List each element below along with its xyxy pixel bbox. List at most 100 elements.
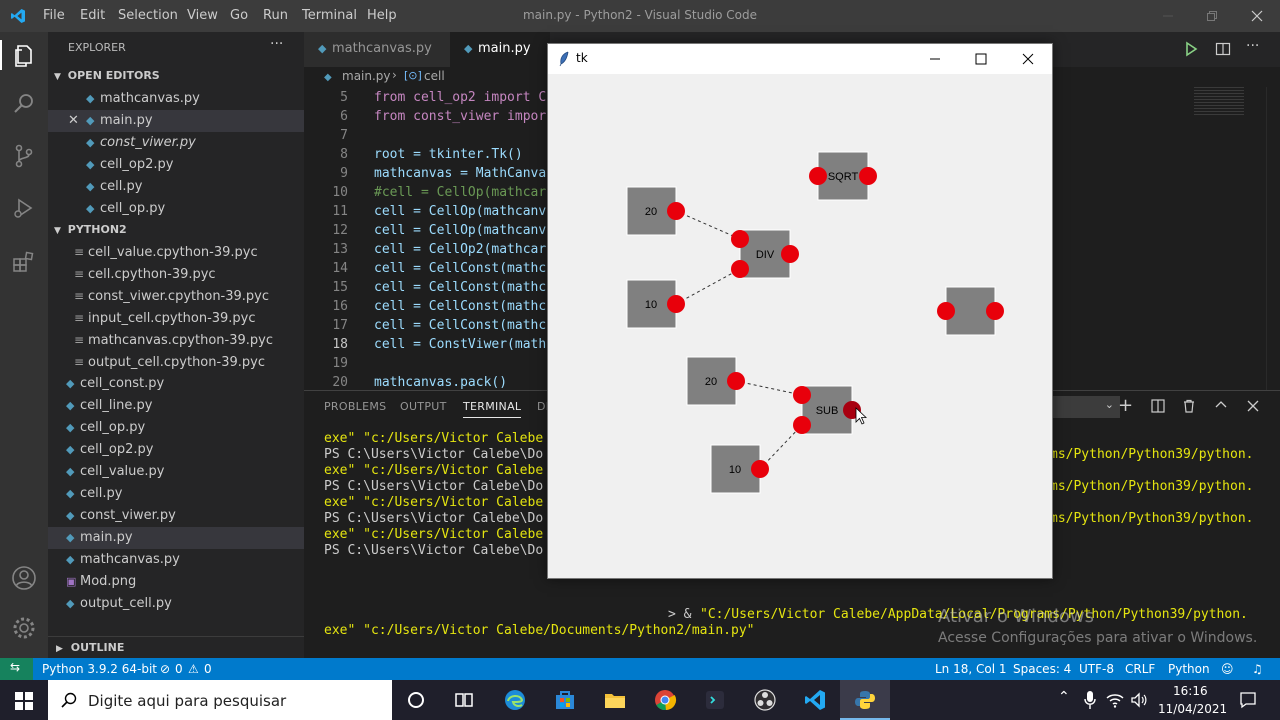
math-canvas[interactable]: SQRT 20 DIV 10 20 SUB 10 [548, 74, 1052, 578]
open-editor-item[interactable]: ◆ cell_op.py [48, 198, 304, 220]
breadcrumb-symbol[interactable]: cell [424, 69, 445, 83]
restore-button[interactable] [1199, 6, 1225, 26]
output-port[interactable] [986, 302, 1004, 320]
store-icon[interactable] [553, 688, 577, 712]
explorer-icon[interactable] [10, 41, 38, 69]
account-icon[interactable] [10, 564, 38, 592]
file-item[interactable]: ◆ cell_op2.py [48, 439, 304, 461]
open-editor-item[interactable]: ◆ const_viwer.py [48, 132, 304, 154]
menu-help[interactable]: Help [367, 8, 397, 23]
file-item[interactable]: ◆ cell_const.py [48, 373, 304, 395]
file-item[interactable]: ◆ cell.py [48, 483, 304, 505]
settings-gear-icon[interactable] [10, 614, 38, 642]
breadcrumb-file[interactable]: main.py [342, 69, 391, 83]
file-item[interactable]: ≡ cell_value.cpython-39.pyc [48, 241, 304, 263]
div-op-cell[interactable]: DIV [731, 229, 799, 279]
file-item[interactable]: ◆ cell_op.py [48, 417, 304, 439]
file-item[interactable]: ◆ cell_line.py [48, 395, 304, 417]
const-cell[interactable]: 10 [626, 279, 685, 329]
close-icon[interactable] [1022, 53, 1034, 65]
minimize-icon[interactable] [929, 53, 941, 65]
tk-title-bar[interactable]: tk [548, 44, 1052, 74]
python-interpreter[interactable]: Python 3.9.2 64-bit [42, 662, 157, 676]
task-view-icon[interactable] [452, 688, 476, 712]
input-port[interactable] [793, 416, 811, 434]
search-icon[interactable] [10, 90, 38, 118]
tab-output[interactable]: OUTPUT [400, 400, 447, 413]
input-port[interactable] [809, 167, 827, 185]
open-editors-header[interactable]: ▼ OPEN EDITORS [48, 65, 304, 87]
tab-main[interactable]: ◆ main.py [450, 32, 550, 67]
input-port[interactable] [731, 260, 749, 278]
folder-header[interactable]: ▼ PYTHON2 [48, 219, 304, 241]
split-terminal-icon[interactable] [1151, 399, 1165, 413]
output-port[interactable] [727, 372, 745, 390]
editor-scrollbar[interactable] [1266, 87, 1280, 390]
cortana-icon[interactable] [404, 688, 428, 712]
run-file-icon[interactable] [1184, 41, 1198, 57]
file-explorer-icon[interactable] [603, 688, 627, 712]
cursor-position[interactable]: Ln 18, Col 1 [935, 662, 1007, 676]
file-item[interactable]: ≡ cell.cpython-39.pyc [48, 263, 304, 285]
input-port[interactable] [937, 302, 955, 320]
close-window-button[interactable] [1244, 6, 1270, 26]
file-item[interactable]: ≡ input_cell.cpython-39.pyc [48, 307, 304, 329]
const-cell[interactable]: 20 [686, 356, 745, 406]
menu-view[interactable]: View [187, 8, 218, 23]
file-item[interactable]: ◆ cell_value.py [48, 461, 304, 483]
split-editor-icon[interactable] [1215, 41, 1231, 57]
trash-icon[interactable] [1182, 399, 1196, 413]
output-port[interactable] [751, 460, 769, 478]
minimap[interactable] [1194, 87, 1244, 117]
clock-date[interactable]: 11/04/2021 [1158, 702, 1227, 716]
maximize-icon[interactable] [975, 53, 987, 65]
wifi-icon[interactable] [1106, 691, 1124, 709]
input-port[interactable] [793, 386, 811, 404]
taskbar-search[interactable]: Digite aqui para pesquisar [48, 680, 392, 720]
terminal-app-icon[interactable] [703, 688, 727, 712]
terminal-select[interactable]: ⌄ [1050, 396, 1120, 418]
run-debug-icon[interactable] [10, 194, 38, 222]
tk-window[interactable]: tk SQRT 20 DIV 10 20 SUB 10 [547, 43, 1053, 579]
output-port[interactable] [781, 245, 799, 263]
editor-more-button[interactable]: ··· [1246, 38, 1259, 54]
encoding[interactable]: UTF-8 [1079, 662, 1114, 676]
vscode-taskbar-icon[interactable] [803, 688, 827, 712]
tab-terminal[interactable]: TERMINAL [463, 400, 522, 418]
output-port[interactable] [667, 202, 685, 220]
outline-header[interactable]: ▶ OUTLINE [48, 636, 304, 659]
language-mode[interactable]: Python [1168, 662, 1210, 676]
input-port[interactable] [731, 230, 749, 248]
menu-terminal[interactable]: Terminal [302, 8, 357, 23]
notification-center-icon[interactable] [1239, 691, 1257, 709]
file-item[interactable]: ≡ output_cell.cpython-39.pyc [48, 351, 304, 373]
volume-icon[interactable] [1130, 691, 1148, 709]
const-cell[interactable]: 10 [710, 444, 769, 494]
source-control-icon[interactable] [10, 142, 38, 170]
file-item[interactable]: ≡ const_viwer.cpython-39.pyc [48, 285, 304, 307]
open-editor-item[interactable]: ✕ ◆ main.py [48, 110, 304, 132]
obs-icon[interactable] [753, 688, 777, 712]
file-item[interactable]: ≡ mathcanvas.cpython-39.pyc [48, 329, 304, 351]
extensions-icon[interactable] [10, 248, 38, 276]
output-port[interactable] [859, 167, 877, 185]
sqrt-op-cell[interactable]: SQRT [809, 151, 877, 201]
file-item[interactable]: ◆ mathcanvas.py [48, 549, 304, 571]
tab-problems[interactable]: PROBLEMS [324, 400, 386, 413]
edge-browser-icon[interactable] [503, 688, 527, 712]
error-count[interactable]: 0 [175, 662, 183, 676]
feedback-icon[interactable]: ☺ [1221, 662, 1234, 676]
close-editor-icon[interactable]: ✕ [68, 110, 86, 132]
minimize-button[interactable] [1155, 6, 1181, 26]
python-taskbar-button[interactable] [840, 680, 890, 720]
warning-count[interactable]: 0 [204, 662, 212, 676]
line-ending[interactable]: CRLF [1125, 662, 1155, 676]
file-item[interactable]: ◆ output_cell.py [48, 593, 304, 615]
chrome-icon[interactable] [653, 688, 677, 712]
microphone-icon[interactable] [1083, 690, 1097, 710]
clock-time[interactable]: 16:16 [1173, 684, 1208, 698]
chevron-up-icon[interactable]: ⌃ [1058, 689, 1070, 705]
file-item[interactable]: ▣ Mod.png [48, 571, 304, 593]
indentation[interactable]: Spaces: 4 [1013, 662, 1071, 676]
tab-mathcanvas[interactable]: ◆ mathcanvas.py [304, 32, 450, 67]
